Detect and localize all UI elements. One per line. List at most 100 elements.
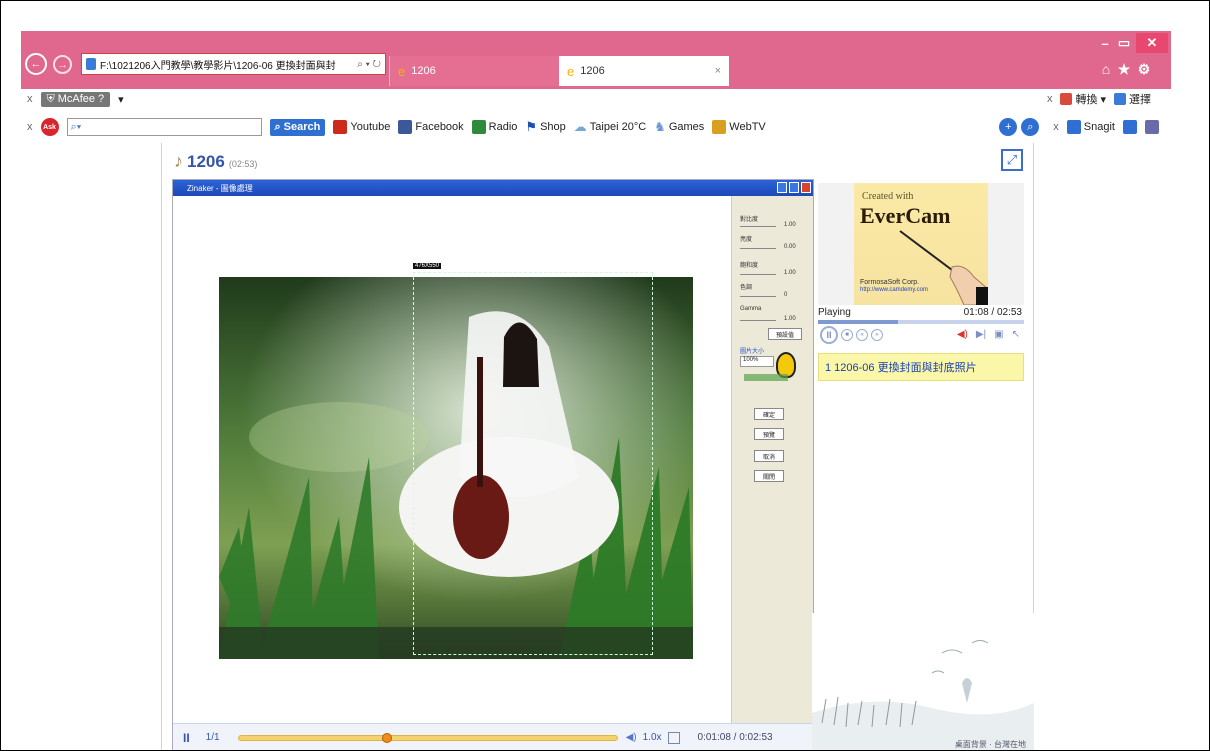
cancel-button[interactable]: 取消	[754, 450, 784, 462]
ask-search-input[interactable]: ⌕▾	[66, 118, 262, 136]
search-button[interactable]: ⌕ Search	[269, 118, 326, 136]
select-button[interactable]: 選擇	[1114, 91, 1151, 107]
evercam-logo-box: Created with EverCam FormosaSoft Corp. h…	[818, 183, 1024, 305]
tab-label: 1206	[411, 65, 436, 77]
rewind-icon[interactable]: «	[856, 329, 868, 341]
tab-1206-inactive[interactable]: e 1206	[389, 56, 559, 86]
tab-close-icon[interactable]: ×	[715, 65, 721, 77]
close-button[interactable]: 關閉	[754, 470, 784, 482]
mcafee-button[interactable]: ⛨ McAfee ?	[40, 91, 111, 107]
settings-gear-icon[interactable]: ⚙	[1135, 59, 1153, 79]
saturation-slider[interactable]	[740, 274, 776, 275]
brightness-slider[interactable]	[740, 248, 776, 249]
volume-icon[interactable]: ◀︎)	[626, 732, 637, 743]
select-label: 選擇	[1129, 94, 1151, 106]
address-controls[interactable]: ⌕ ▾ ↻	[357, 59, 381, 70]
selection-box[interactable]	[413, 272, 653, 655]
link-shop[interactable]: ⚑ Shop	[525, 119, 565, 135]
link-weather[interactable]: ☁ Taipei 20°C	[574, 119, 646, 135]
page-content: ♪ 1206 (02:53) ⤢ Zinaker - 圖像處理 476X550	[21, 143, 1171, 750]
sidebar-progress-fill	[818, 320, 899, 324]
search-icon: ⌕	[274, 120, 281, 133]
art-caption: 桌面背景 · 台灣在地	[954, 740, 1026, 749]
close-icon	[801, 182, 811, 193]
brightness-value: 0.00	[784, 244, 796, 250]
link-radio[interactable]: Radio	[471, 120, 517, 134]
background-art: 桌面背景 · 台灣在地	[812, 613, 1034, 750]
close-window-button[interactable]: ✕	[1136, 33, 1168, 53]
evercam-company: FormosaSoft Corp.	[860, 279, 920, 286]
link-label: Facebook	[415, 121, 464, 133]
link-label: Taipei 20°C	[589, 121, 647, 133]
snagit-button[interactable]: Snagit	[1066, 120, 1115, 134]
toolbar2-close[interactable]: x	[27, 121, 33, 133]
fullscreen-button[interactable]: ⤢	[1001, 149, 1023, 171]
home-icon[interactable]: ⌂	[1097, 59, 1115, 79]
time-display: 0:01:08 / 0:02:53	[697, 732, 773, 743]
link-label: Shop	[540, 121, 566, 133]
preview-button[interactable]: 預覽	[754, 428, 784, 440]
gamma-slider[interactable]	[740, 320, 776, 321]
chapter-item[interactable]: 1 1206-06 更換封面與封底照片	[818, 353, 1024, 381]
link-youtube[interactable]: Youtube	[333, 120, 390, 134]
address-bar[interactable]: F:\1021206入門教學\教學影片\1206-06 更換封面與封 ⌕ ▾ ↻	[81, 53, 386, 75]
restore-button[interactable]: ▭	[1114, 33, 1134, 53]
convert-button[interactable]: 轉換 ▾	[1060, 91, 1106, 107]
toolbar-close[interactable]: x	[27, 93, 33, 105]
skip-icon[interactable]: ▶|	[976, 329, 986, 340]
sidebar-progress[interactable]	[818, 320, 1024, 324]
link-games[interactable]: ♞ Games	[654, 119, 704, 135]
snagit-capture-icon[interactable]	[1123, 120, 1137, 134]
stop-icon[interactable]: ■	[841, 329, 853, 341]
page-icon	[86, 58, 96, 70]
video-window-titlebar: Zinaker - 圖像處理	[173, 180, 813, 196]
toolbar2-close-right[interactable]: x	[1053, 121, 1059, 133]
ask-toolbar: x Ask ⌕▾ ⌕ Search Youtube Facebook Radio…	[21, 114, 1171, 140]
video-area[interactable]: Zinaker - 圖像處理 476X550 對比度 1.00 亮度 0.00 …	[172, 179, 814, 750]
mcafee-shield-icon: ⛨	[46, 92, 55, 105]
hue-slider[interactable]	[740, 296, 776, 297]
search-circle-icon[interactable]: ⌕	[1021, 118, 1040, 136]
forward-button[interactable]: →	[53, 55, 72, 74]
ask-logo[interactable]: Ask	[40, 118, 59, 136]
pause-button[interactable]: II	[183, 731, 190, 745]
games-icon: ♞	[654, 119, 666, 134]
apply-strip[interactable]	[744, 374, 788, 381]
contrast-slider[interactable]	[740, 226, 776, 227]
sidebar-pause-button[interactable]: II	[820, 326, 838, 344]
maximize-icon	[789, 182, 799, 193]
link-facebook[interactable]: Facebook	[398, 120, 464, 134]
seek-bar[interactable]	[237, 732, 618, 743]
search-button-label: Search	[283, 121, 321, 133]
video-window-controls	[777, 182, 811, 193]
pointer-icon[interactable]: ↖	[1012, 329, 1020, 340]
screen-mode-icon[interactable]	[667, 731, 680, 744]
toolbar-close-right[interactable]: x	[1047, 93, 1053, 105]
minimize-button[interactable]: –	[1096, 33, 1114, 53]
mcafee-dropdown[interactable]: ▾	[118, 93, 124, 106]
back-button[interactable]: ←	[25, 53, 47, 75]
screen: ← → F:\1021206入門教學\教學影片\1206-06 更換封面與封 ⌕…	[0, 0, 1210, 751]
add-icon[interactable]: +	[999, 118, 1018, 136]
tab-label: 1206	[580, 65, 605, 77]
snagit-edit-icon[interactable]	[1145, 120, 1159, 134]
reset-button[interactable]: 預設值	[768, 328, 802, 340]
image-adjust-panel: 對比度 1.00 亮度 0.00 飽和度 1.00 色調 0 Gamma 1.0…	[731, 196, 813, 726]
favorites-star-icon[interactable]: ★	[1115, 59, 1133, 79]
evercam-url[interactable]: http://www.camdemy.com	[860, 287, 928, 293]
ok-button[interactable]: 確定	[754, 408, 784, 420]
speed-label[interactable]: 1.0x	[643, 732, 662, 743]
chevron-down-icon: ▾	[1100, 93, 1106, 106]
tv-icon	[712, 120, 727, 134]
size-input[interactable]: 100%	[740, 356, 774, 367]
speaker-icon[interactable]: ◀)	[957, 329, 968, 340]
link-webtv[interactable]: WebTV	[712, 120, 766, 134]
tab-1206-active[interactable]: e 1206 ×	[559, 56, 729, 86]
seek-thumb[interactable]	[382, 732, 393, 743]
sidebar-controls: II ■ « »	[820, 326, 883, 344]
forward-icon[interactable]: »	[871, 329, 883, 341]
caption-icon[interactable]: ▣	[994, 329, 1003, 340]
forward-arrow-icon: →	[57, 58, 68, 71]
search-icon: ⌕▾	[70, 120, 82, 133]
player-duration: (02:53)	[228, 159, 258, 169]
